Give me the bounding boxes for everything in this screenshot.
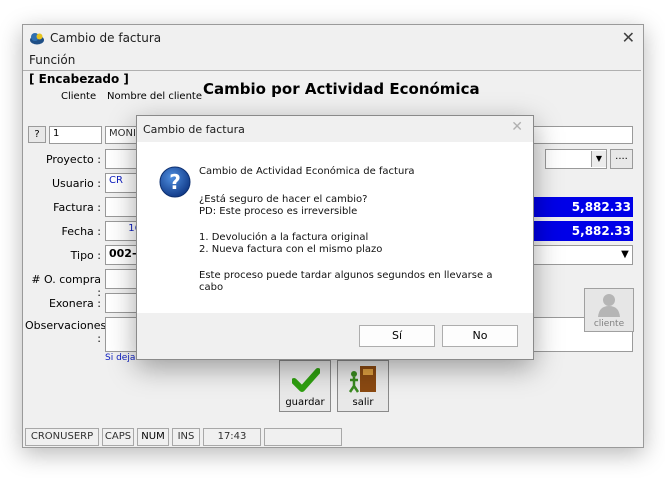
fecha-label: Fecha : <box>61 225 101 238</box>
dialog-line-4: 1. Devolución a la factura original <box>199 232 369 243</box>
menu-funcion[interactable]: Función <box>29 53 75 67</box>
chevron-down-icon[interactable]: ▼ <box>591 151 606 167</box>
status-ins: INS <box>172 428 200 446</box>
tipo-select-right[interactable]: ▼ <box>533 245 633 265</box>
guardar-button[interactable]: guardar <box>279 360 331 412</box>
yes-button[interactable]: Sí <box>359 325 435 347</box>
status-caps: CAPS <box>102 428 134 446</box>
nombre-cliente-label: Nombre del cliente <box>107 91 202 102</box>
status-user: CRONUSERP <box>25 428 99 446</box>
confirm-dialog: Cambio de factura ✕ ? Cambio de Activida… <box>136 115 534 360</box>
window-title: Cambio de factura <box>50 31 162 45</box>
guardar-label: guardar <box>285 397 325 408</box>
page-heading: Cambio por Actividad Económica <box>203 80 480 98</box>
status-num: NUM <box>137 428 169 446</box>
usuario-label: Usuario : <box>51 177 101 190</box>
cliente-button[interactable]: cliente <box>584 288 634 332</box>
question-icon: ? <box>159 166 191 198</box>
dialog-line-7: cabo <box>199 282 224 293</box>
dialog-line-2: ¿Está seguro de hacer el cambio? <box>199 194 368 205</box>
status-bar: CRONUSERP CAPS NUM INS 17:43 <box>23 426 643 446</box>
cliente-code-field[interactable]: 1 <box>49 126 102 144</box>
cliente-label: Cliente <box>61 91 97 102</box>
proyecto-select[interactable]: ▼ <box>545 149 607 169</box>
close-icon[interactable]: ✕ <box>622 28 635 47</box>
checkmark-icon <box>292 368 320 392</box>
status-extra <box>264 428 342 446</box>
dialog-close-icon[interactable]: ✕ <box>511 119 523 135</box>
dialog-title: Cambio de factura <box>143 123 245 136</box>
svg-text:?: ? <box>169 170 181 194</box>
dialog-line-1: Cambio de Actividad Económica de factura <box>199 166 415 177</box>
cliente-button-label: cliente <box>593 319 625 329</box>
title-bar: Cambio de factura ✕ <box>23 25 643 51</box>
no-button[interactable]: No <box>442 325 518 347</box>
dialog-line-6: Este proceso puede tardar algunos segund… <box>199 270 493 281</box>
observaciones-label: Observaciones : <box>25 319 107 345</box>
dialog-body: ? Cambio de Actividad Económica de factu… <box>137 142 533 313</box>
app-cloud-icon <box>30 33 44 45</box>
factura-label: Factura : <box>53 201 101 214</box>
total-amount-1: 5,882.33 <box>533 197 633 217</box>
exonera-label: Exonera : <box>48 297 101 310</box>
section-title: [ Encabezado ] <box>29 72 129 86</box>
total-amount-2: 5,882.33 <box>533 221 633 241</box>
status-time: 17:43 <box>203 428 261 446</box>
salir-label: salir <box>352 397 374 408</box>
salir-button[interactable]: salir <box>337 360 389 412</box>
tipo-label: Tipo : <box>70 249 101 262</box>
cliente-lookup-button[interactable]: ? <box>28 126 46 143</box>
proyecto-more-button[interactable]: .... <box>610 149 633 169</box>
proyecto-label: Proyecto : <box>45 153 101 166</box>
menu-bar: Función <box>23 51 643 69</box>
exit-door-icon <box>348 366 376 393</box>
chevron-down-icon[interactable]: ▼ <box>618 247 632 263</box>
dialog-line-3: PD: Este proceso es irreversible <box>199 206 358 217</box>
orden-compra-label: # O. compra : <box>31 273 101 299</box>
dialog-line-5: 2. Nueva factura con el mismo plazo <box>199 244 383 255</box>
user-icon <box>598 294 620 317</box>
